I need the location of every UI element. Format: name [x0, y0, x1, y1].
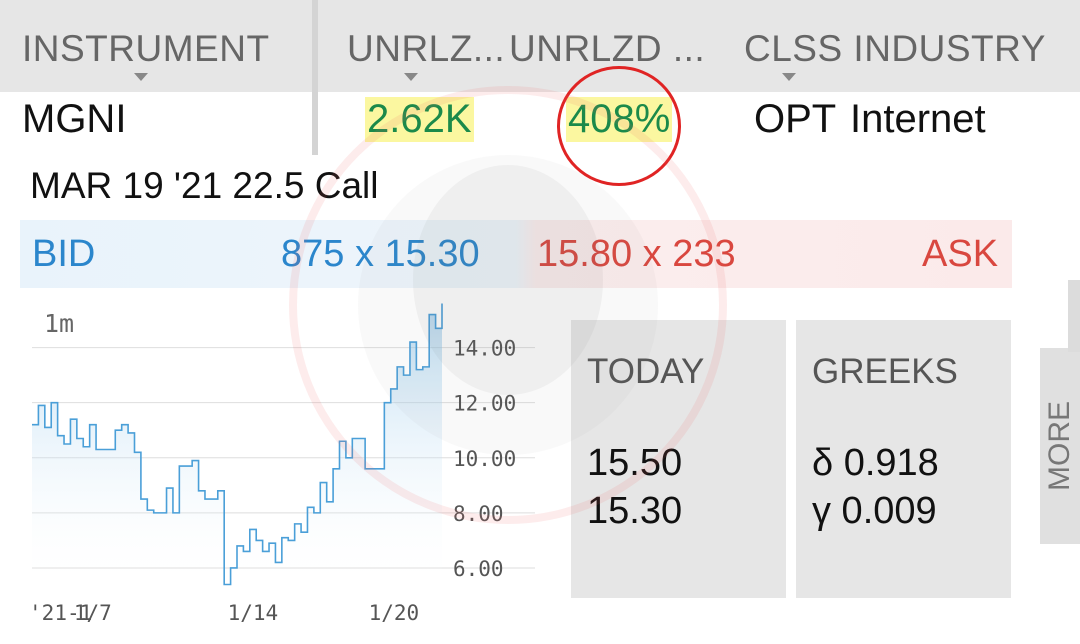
y-tick-label: 12.00 [453, 392, 516, 416]
today-panel[interactable]: TODAY 15.50 15.30 [571, 320, 786, 598]
more-label: MORE [1043, 401, 1076, 491]
table-row[interactable]: MGNI 2.62K 408% OPT Internet [0, 92, 1080, 156]
x-tick-label: 1/14 [228, 601, 279, 625]
bid-label: BID [32, 233, 96, 275]
contract-description[interactable]: MAR 19 '21 22.5 Call [30, 165, 378, 207]
ask-label: ASK [922, 233, 999, 275]
today-value-2: 15.30 [587, 490, 683, 532]
sort-indicator-icon [782, 73, 796, 81]
greeks-panel[interactable]: GREEKS δ 0.918 γ 0.009 [796, 320, 1011, 598]
x-tick-label: 1/7 [74, 601, 112, 625]
y-tick-label: 8.00 [453, 502, 504, 526]
today-title: TODAY [587, 352, 705, 391]
column-header-instrument[interactable]: INSTRUMENT [22, 28, 270, 70]
column-header-unrlzd[interactable]: UNRLZD ... [509, 28, 705, 70]
sort-indicator-icon [134, 73, 148, 81]
ask-value[interactable]: 15.80 x 233 [537, 233, 736, 276]
y-tick-label: 10.00 [453, 447, 516, 471]
column-header-unrlz[interactable]: UNRLZ... [347, 28, 505, 70]
x-tick-label: 1/20 [369, 601, 420, 625]
greek-gamma: γ 0.009 [812, 490, 937, 532]
greek-delta: δ 0.918 [812, 442, 939, 484]
column-header-clss-industry[interactable]: CLSS INDUSTRY [744, 28, 1046, 70]
instrument-symbol: MGNI [22, 97, 127, 141]
unrealized-pnl-value: 2.62K [365, 97, 474, 142]
greeks-title: GREEKS [812, 352, 958, 391]
bid-value[interactable]: 875 x 15.30 [281, 233, 480, 276]
y-tick-label: 14.00 [453, 337, 516, 361]
y-tick-label: 6.00 [453, 557, 504, 581]
edge-scroll-indicator [1068, 280, 1080, 352]
industry: Internet [850, 97, 986, 141]
timeframe-label[interactable]: 1m [44, 309, 74, 338]
bid-ask-bar: BID 875 x 15.30 15.80 x 233 ASK [20, 220, 1012, 288]
annotation-circle [557, 66, 681, 186]
today-value-1: 15.50 [587, 442, 683, 484]
sort-indicator-icon [404, 73, 418, 81]
asset-class: OPT [754, 97, 837, 141]
more-tab[interactable]: MORE [1040, 348, 1080, 544]
price-chart[interactable]: 14.0012.0010.008.006.00 '21-11/7 1/14 1/20… [20, 290, 540, 630]
